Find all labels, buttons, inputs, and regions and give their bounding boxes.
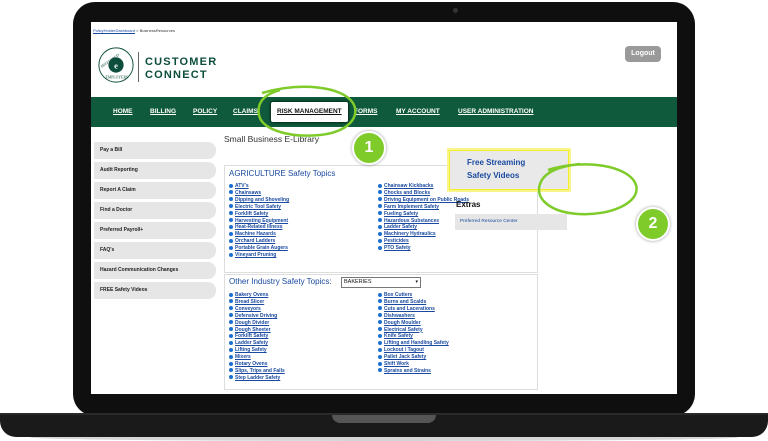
sidebar: Pay a Bill Audit Reporting Report A Clai… [94,142,216,302]
nav-policy[interactable]: POLICY [193,97,217,127]
agriculture-topic-link[interactable]: Machine Hazards [229,231,289,238]
nav-claims[interactable]: CLAIMS [233,97,258,127]
other-industry-topic-link[interactable]: Electrical Safety [378,327,449,334]
streaming-line-1: Free Streaming [467,158,526,167]
camera-icon [453,8,458,13]
other-industry-topic-link[interactable]: Dough Divider [229,320,285,327]
other-industry-topic-link[interactable]: Dough Sheeter [229,327,285,334]
browser-screen: PolicyHolderDashboard > BusinessResource… [91,22,677,394]
other-industry-topic-link[interactable]: Dough Moulder [378,320,449,327]
other-industry-topic-link[interactable]: Dishwashers [378,313,449,320]
other-industry-topic-link[interactable]: Lockout / Tagout [378,347,449,354]
sidebar-item-audit-reporting[interactable]: Audit Reporting [94,162,216,179]
industry-select-value: BAKERIES [344,279,372,285]
other-industry-title: Other Industry Safety Topics: [229,277,332,286]
sidebar-item-find-a-doctor[interactable]: Find a Doctor [94,202,216,219]
preferred-employers-logo: e PREFERRED EMPLOYERS [98,47,134,83]
logout-button[interactable]: Logout [625,46,661,62]
step-badge-1: 1 [352,131,386,165]
free-streaming-videos-link[interactable]: Free Streaming Safety Videos [467,156,525,182]
nav-billing[interactable]: BILLING [150,97,176,127]
agriculture-topics-left: ATV's Chainsaws Dipping and Shoveling Elect… [229,183,289,259]
agriculture-topic-link[interactable]: PTO Safety [378,245,469,252]
other-industry-topic-link[interactable]: Bread Slicer [229,299,285,306]
svg-text:EMPLOYERS: EMPLOYERS [106,75,129,79]
sidebar-item-free-safety-videos[interactable]: FREE Safety Videos [94,282,216,299]
svg-text:e: e [114,60,118,70]
nav-home[interactable]: HOME [113,97,133,127]
preferred-resource-center-link[interactable]: Preferred Resource Center [455,214,567,230]
sidebar-item-faqs[interactable]: FAQ's [94,242,216,259]
other-industry-topic-link[interactable]: Defensive Driving [229,313,285,320]
brand-name: CUSTOMER CONNECT [145,56,217,82]
nav-user-administration[interactable]: USER ADMINISTRATION [458,97,533,127]
agriculture-topic-link[interactable]: Portable Grain Augers [229,245,289,252]
other-industry-topic-link[interactable]: Shift Work [378,361,449,368]
other-industry-topic-link[interactable]: Forklift Safety [229,333,285,340]
main-nav: HOME BILLING POLICY CLAIMS RISK MANAGEME… [91,97,677,127]
sidebar-item-hazard-communication[interactable]: Hazard Communication Changes [94,262,216,279]
brand-line-1: CUSTOMER [145,56,218,68]
breadcrumb: PolicyHolderDashboard > BusinessResource… [93,28,175,33]
streaming-line-2: Safety Videos [467,171,520,180]
agriculture-title: AGRICULTURE Safety Topics [229,169,336,178]
agriculture-topic-link[interactable]: Harvesting Equipment [229,218,289,225]
other-topics-left: Bakery Ovens Bread Slicer Conveyors Defensi… [229,292,285,382]
agriculture-topic-link[interactable]: Vineyard Pruning [229,252,289,259]
logo-divider [138,52,139,82]
other-industry-topic-link[interactable]: Bakery Ovens [229,292,285,299]
agriculture-topic-link[interactable]: Forklift Safety [229,211,289,218]
other-industry-topic-link[interactable]: Pallet Jack Safety [378,354,449,361]
other-topics-right: Box Cutters Burns and Scalds Cuts and Lace… [378,292,449,375]
other-industry-topic-link[interactable]: Sprains and Strains [378,368,449,375]
industry-select[interactable]: BAKERIES ▾ [341,277,421,288]
agriculture-topic-link[interactable]: Pesticides [378,238,469,245]
other-industry-topic-link[interactable]: Lifting and Handling Safety [378,340,449,347]
other-industry-topic-link[interactable]: Rotary Ovens [229,361,285,368]
extras-heading: Extras [456,200,481,209]
nav-forms[interactable]: FORMS [354,97,377,127]
other-industry-topic-link[interactable]: Lifting Safety [229,347,285,354]
nav-my-account[interactable]: MY ACCOUNT [396,97,440,127]
agriculture-topic-link[interactable]: Chainsaws [229,190,289,197]
agriculture-topic-link[interactable]: Machinery Hydraulics [378,231,469,238]
other-industry-topic-link[interactable]: Ladder Safety [229,340,285,347]
agriculture-topic-link[interactable]: Chocks and Blocks [378,190,469,197]
step-badge-2: 2 [636,207,670,241]
brand-line-2: CONNECT [145,69,208,81]
other-industry-topic-link[interactable]: Burns and Scalds [378,299,449,306]
other-industry-topic-link[interactable]: Mixers [229,354,285,361]
other-industry-topic-link[interactable]: Cuts and Lacerations [378,306,449,313]
other-industry-topic-link[interactable]: Step Ladder Safety [229,375,285,382]
agriculture-topic-link[interactable]: Dipping and Shoveling [229,197,289,204]
agriculture-topic-link[interactable]: Electric Tool Safety [229,204,289,211]
agriculture-topic-link[interactable]: Orchard Ladders [229,238,289,245]
breadcrumb-home-link[interactable]: PolicyHolderDashboard [93,28,135,33]
chevron-down-icon: ▾ [415,279,418,285]
other-industry-topic-link[interactable]: Slips, Trips and Falls [229,368,285,375]
sidebar-item-pay-a-bill[interactable]: Pay a Bill [94,142,216,159]
other-industry-topic-link[interactable]: Box Cutters [378,292,449,299]
nav-risk-management[interactable]: RISK MANAGEMENT [271,102,348,122]
agriculture-topic-link[interactable]: Heat-Related Illness [229,224,289,231]
other-industry-topic-link[interactable]: Conveyors [229,306,285,313]
sidebar-item-preferred-payroll[interactable]: Preferred Payroll+ [94,222,216,239]
page-title: Small Business E-Library [224,134,319,144]
agriculture-topic-link[interactable]: ATV's [229,183,289,190]
sidebar-item-report-a-claim[interactable]: Report A Claim [94,182,216,199]
breadcrumb-current: BusinessResources [139,28,175,33]
other-industry-topic-link[interactable]: Knife Safety [378,333,449,340]
laptop-notch [332,415,436,423]
